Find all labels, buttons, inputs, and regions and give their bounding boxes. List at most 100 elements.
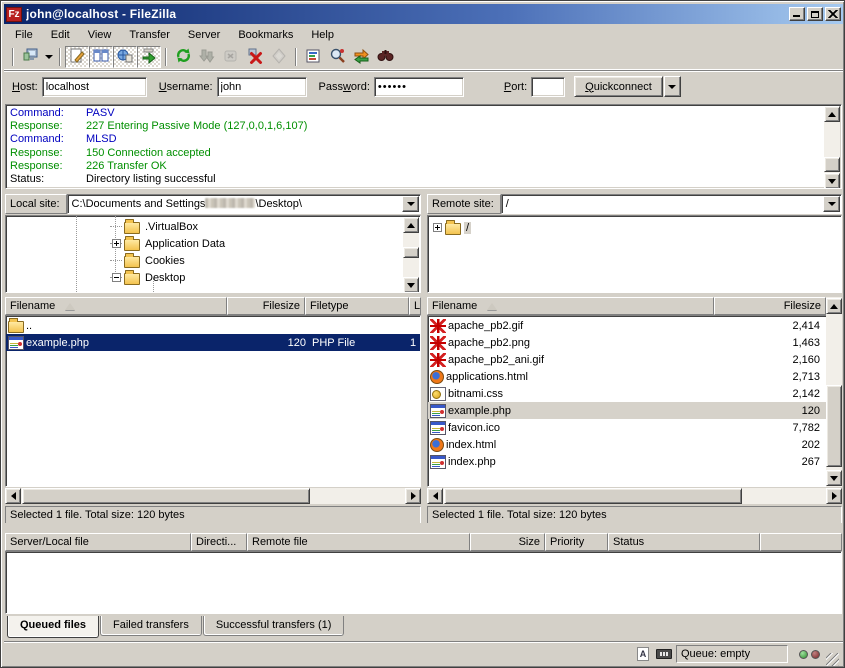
column-status[interactable]: Status <box>608 533 760 551</box>
tree-item[interactable]: .VirtualBox <box>6 218 420 235</box>
refresh-button[interactable] <box>171 46 195 68</box>
menu-view[interactable]: View <box>79 26 121 44</box>
remote-file-row[interactable]: apache_pb2.gif 2,414 <box>428 317 826 334</box>
username-input[interactable] <box>217 77 307 97</box>
toggle-message-log-button[interactable] <box>65 46 89 68</box>
transfer-type-indicator-icon[interactable]: A <box>634 646 652 662</box>
remote-list-hscrollbar[interactable] <box>427 488 842 504</box>
remote-site-dropdown-button[interactable] <box>823 196 840 212</box>
column-lastmodified[interactable]: L <box>409 297 421 315</box>
vertical-splitter[interactable] <box>421 194 427 523</box>
remote-file-row[interactable]: index.html 202 <box>428 436 826 453</box>
tree-item-label[interactable]: / <box>464 222 471 234</box>
quickconnect-button[interactable]: Quickconnect <box>574 76 663 97</box>
menu-server[interactable]: Server <box>179 26 229 44</box>
speed-limits-icon[interactable] <box>655 646 673 662</box>
remote-file-row[interactable]: favicon.ico 7,782 <box>428 419 826 436</box>
tree-item[interactable]: Application Data <box>6 235 420 252</box>
remote-list-scrollbar[interactable] <box>826 297 842 487</box>
tab-successful-transfers[interactable]: Successful transfers (1) <box>203 616 345 636</box>
close-button[interactable] <box>825 7 841 21</box>
column-filename[interactable]: Filename <box>5 297 227 315</box>
disconnect-button[interactable] <box>243 46 267 68</box>
scroll-left-button[interactable] <box>427 488 443 504</box>
expand-icon[interactable] <box>433 223 442 232</box>
tree-item[interactable]: Desktop <box>6 269 420 286</box>
scroll-right-button[interactable] <box>826 488 842 504</box>
column-spacer <box>760 533 842 551</box>
column-remote-file[interactable]: Remote file <box>247 533 470 551</box>
scroll-down-button[interactable] <box>403 277 419 293</box>
menu-help[interactable]: Help <box>302 26 343 44</box>
reconnect-button[interactable] <box>267 46 291 68</box>
resize-grip[interactable] <box>826 653 839 666</box>
remote-file-row[interactable]: applications.html 2,713 <box>428 368 826 385</box>
column-filename[interactable]: Filename <box>427 297 714 315</box>
local-file-row-up[interactable]: .. <box>6 317 420 334</box>
toggle-local-tree-button[interactable] <box>89 46 113 68</box>
host-input[interactable] <box>42 77 147 97</box>
column-filesize[interactable]: Filesize <box>714 297 826 315</box>
remote-file-row[interactable]: example.php 120 <box>428 402 826 419</box>
find-files-button[interactable] <box>373 46 397 68</box>
password-input[interactable] <box>374 77 464 97</box>
scroll-down-button[interactable] <box>824 173 840 189</box>
scroll-left-button[interactable] <box>5 488 21 504</box>
quickconnect-dropdown-button[interactable] <box>664 76 681 97</box>
remote-file-row[interactable]: apache_pb2_ani.gif 2,160 <box>428 351 826 368</box>
menu-transfer[interactable]: Transfer <box>120 26 179 44</box>
scroll-up-button[interactable] <box>824 106 840 122</box>
scroll-up-button[interactable] <box>403 217 419 233</box>
scroll-thumb[interactable] <box>22 488 310 504</box>
scroll-thumb[interactable] <box>403 247 419 258</box>
scroll-thumb[interactable] <box>824 157 840 172</box>
menu-edit[interactable]: Edit <box>42 26 79 44</box>
scroll-thumb[interactable] <box>826 385 842 467</box>
scroll-down-button[interactable] <box>826 470 842 486</box>
column-size[interactable]: Size <box>470 533 545 551</box>
tree-item[interactable]: Cookies <box>6 252 420 269</box>
minimize-button[interactable] <box>789 7 805 21</box>
site-manager-dropdown-button[interactable] <box>42 46 55 68</box>
message-log-scrollbar[interactable] <box>824 106 840 189</box>
process-queue-button[interactable] <box>195 46 219 68</box>
remote-site-combo[interactable]: / <box>501 194 842 214</box>
remote-file-row[interactable]: bitnami.css 2,142 <box>428 385 826 402</box>
column-priority[interactable]: Priority <box>545 533 608 551</box>
scroll-up-button[interactable] <box>826 298 842 314</box>
column-server-local-file[interactable]: Server/Local file <box>5 533 191 551</box>
tree-item-root[interactable]: / <box>428 219 841 236</box>
local-file-row[interactable]: example.php 120 PHP File 1 <box>6 334 420 351</box>
remote-site-label: Remote site: <box>427 194 501 214</box>
column-filesize[interactable]: Filesize <box>227 297 305 315</box>
port-input[interactable] <box>531 77 565 97</box>
directory-comparison-button[interactable] <box>325 46 349 68</box>
remote-file-row[interactable]: apache_pb2.png 1,463 <box>428 334 826 351</box>
scroll-right-button[interactable] <box>405 488 421 504</box>
synchronized-browsing-button[interactable] <box>349 46 373 68</box>
local-site-combo[interactable]: C:\Documents and Settings\Desktop\ <box>67 194 421 214</box>
expand-icon[interactable] <box>112 273 121 282</box>
local-list-hscrollbar[interactable] <box>5 488 421 504</box>
menu-file[interactable]: File <box>6 26 42 44</box>
column-direction[interactable]: Directi... <box>191 533 247 551</box>
local-site-dropdown-button[interactable] <box>402 196 419 212</box>
site-manager-button[interactable] <box>18 46 42 68</box>
compare-icon <box>329 47 346 67</box>
menu-bookmarks[interactable]: Bookmarks <box>229 26 302 44</box>
maximize-button[interactable] <box>807 7 823 21</box>
scroll-thumb[interactable] <box>444 488 742 504</box>
tab-failed-transfers[interactable]: Failed transfers <box>100 616 202 636</box>
toggle-transfer-queue-button[interactable] <box>137 46 161 68</box>
expand-icon[interactable] <box>112 239 121 248</box>
remote-file-row[interactable]: index.php 267 <box>428 453 826 470</box>
column-filetype[interactable]: Filetype <box>305 297 409 315</box>
php-file-icon <box>430 404 446 418</box>
tab-queued-files[interactable]: Queued files <box>7 616 99 638</box>
toggle-remote-tree-button[interactable] <box>113 46 137 68</box>
horizontal-splitter[interactable] <box>4 523 843 533</box>
local-tree-scrollbar[interactable] <box>403 217 419 293</box>
filter-button[interactable] <box>301 46 325 68</box>
cancel-operation-button[interactable] <box>219 46 243 68</box>
remote-path: / <box>502 195 822 213</box>
